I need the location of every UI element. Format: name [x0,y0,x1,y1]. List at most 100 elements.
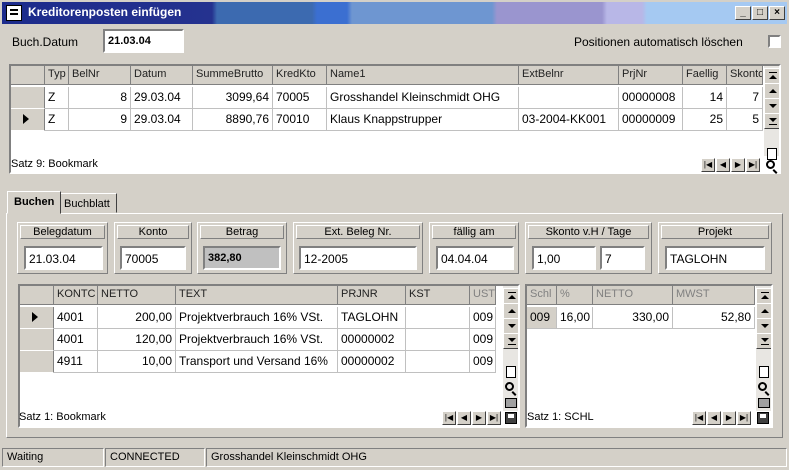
scroll-down-button[interactable] [756,318,771,334]
row-indicator[interactable] [20,351,54,373]
close-button[interactable]: × [769,6,785,20]
tab-buchen[interactable]: Buchen [7,191,62,214]
skonto-days-input[interactable]: 7 [600,246,645,270]
print-icon[interactable] [758,398,770,408]
kreditoren-grid-scrollbar[interactable] [764,66,779,156]
maximize-button[interactable]: □ [752,6,768,20]
table-cell[interactable] [406,307,470,329]
nav-first-button[interactable]: |◀ [701,158,715,172]
table-cell[interactable]: 3099,64 [193,87,273,109]
new-record-icon[interactable] [759,366,769,378]
table-cell[interactable]: 10,00 [98,351,176,373]
table-cell[interactable]: Projektverbrauch 16% VSt. [176,329,338,351]
table-cell[interactable]: 8890,76 [193,109,273,131]
scroll-up-button[interactable] [756,303,771,319]
table-cell[interactable]: 00000002 [338,329,406,351]
table-cell[interactable]: 4001 [54,329,98,351]
save-icon[interactable] [757,412,769,424]
table-cell[interactable]: Transport und Versand 16% [176,351,338,373]
column-header[interactable]: Datum [131,66,193,85]
nav-first-button[interactable]: |◀ [692,411,706,425]
table-cell[interactable]: 14 [683,87,727,109]
tab-buchblatt[interactable]: Buchblatt [57,193,117,213]
table-cell[interactable]: 52,80 [673,307,755,329]
row-indicator[interactable] [11,109,45,131]
table-cell[interactable]: Projektverbrauch 16% VSt. [176,307,338,329]
scroll-top-button[interactable] [756,288,771,304]
scroll-up-button[interactable] [503,303,518,319]
nav-prev-button[interactable]: ◀ [716,158,730,172]
nav-last-button[interactable]: ▶| [487,411,501,425]
table-cell[interactable]: 25 [683,109,727,131]
column-header[interactable]: NETTO [593,286,673,305]
scroll-top-button[interactable] [764,68,779,84]
scroll-top-button[interactable] [503,288,518,304]
scroll-up-button[interactable] [764,83,779,99]
table-cell[interactable]: 5 [727,109,763,131]
table-cell[interactable]: 009 [470,329,496,351]
table-cell[interactable]: 29.03.04 [131,109,193,131]
column-header[interactable]: KONTC [54,286,98,305]
table-cell[interactable]: 70005 [273,87,327,109]
auto-delete-checkbox[interactable] [768,35,781,48]
table-cell[interactable]: 330,00 [593,307,673,329]
column-header[interactable]: KredKto [273,66,327,85]
table-cell[interactable]: Grosshandel Kleinschmidt OHG [327,87,519,109]
column-header[interactable]: KST [406,286,470,305]
table-cell[interactable]: 03-2004-KK001 [519,109,619,131]
column-header[interactable]: Typ [45,66,69,85]
search-icon[interactable] [758,382,767,391]
nav-next-button[interactable]: ▶ [731,158,745,172]
table-cell[interactable]: 4001 [54,307,98,329]
title-bar[interactable]: Kreditorenposten einfügen _ □ × [2,2,787,24]
buchungs-grid[interactable]: KONTC NETTO TEXT PRJNR KST UST 4001 200,00 Proje… [18,284,520,428]
extbeleg-input[interactable]: 12-2005 [299,246,417,270]
column-header[interactable]: NETTO [98,286,176,305]
column-header[interactable]: Schl [527,286,557,305]
table-cell[interactable] [406,351,470,373]
konto-input[interactable]: 70005 [120,246,186,270]
steuer-grid[interactable]: Schl% NETTO MWST 009 16,00 330,00 52,80 [525,284,773,428]
nav-next-button[interactable]: ▶ [472,411,486,425]
column-header[interactable]: PRJNR [338,286,406,305]
table-cell[interactable]: 70010 [273,109,327,131]
column-header[interactable]: % [557,286,593,305]
table-cell[interactable]: Klaus Knappstrupper [327,109,519,131]
refresh-icon[interactable] [766,160,775,169]
row-indicator[interactable] [20,307,54,329]
buchungs-grid-scrollbar[interactable] [503,286,518,411]
skonto-pct-input[interactable]: 1,00 [532,246,596,270]
table-cell[interactable]: 120,00 [98,329,176,351]
table-cell[interactable]: 4911 [54,351,98,373]
row-indicator[interactable] [11,87,45,109]
table-cell[interactable]: 00000008 [619,87,683,109]
scroll-bottom-button[interactable] [764,113,779,129]
column-header[interactable]: MWST [673,286,755,305]
table-cell[interactable]: 009 [527,307,557,329]
table-cell[interactable]: 9 [69,109,131,131]
column-header[interactable]: Skonto [727,66,763,85]
table-cell[interactable]: TAGLOHN [338,307,406,329]
nav-last-button[interactable]: ▶| [737,411,751,425]
nav-prev-button[interactable]: ◀ [457,411,471,425]
table-cell[interactable]: 16,00 [557,307,593,329]
kreditoren-grid[interactable]: Typ BelNr Datum SummeBrutto KredKto Name1 ExtB… [9,64,781,174]
search-icon[interactable] [505,382,514,391]
column-header[interactable]: Name1 [327,66,519,85]
print-icon[interactable] [505,398,517,408]
table-cell[interactable]: Z [45,109,69,131]
row-indicator[interactable] [20,329,54,351]
nav-first-button[interactable]: |◀ [442,411,456,425]
scroll-down-button[interactable] [503,318,518,334]
minimize-button[interactable]: _ [735,6,751,20]
table-cell[interactable]: 009 [470,307,496,329]
save-icon[interactable] [505,412,517,424]
column-header[interactable]: TEXT [176,286,338,305]
steuer-grid-scrollbar[interactable] [756,286,771,411]
scroll-bottom-button[interactable] [503,333,518,349]
table-cell[interactable]: 009 [470,351,496,373]
table-cell[interactable]: 00000009 [619,109,683,131]
new-record-icon[interactable] [506,366,516,378]
new-record-icon[interactable] [767,148,777,160]
column-header[interactable]: BelNr [69,66,131,85]
